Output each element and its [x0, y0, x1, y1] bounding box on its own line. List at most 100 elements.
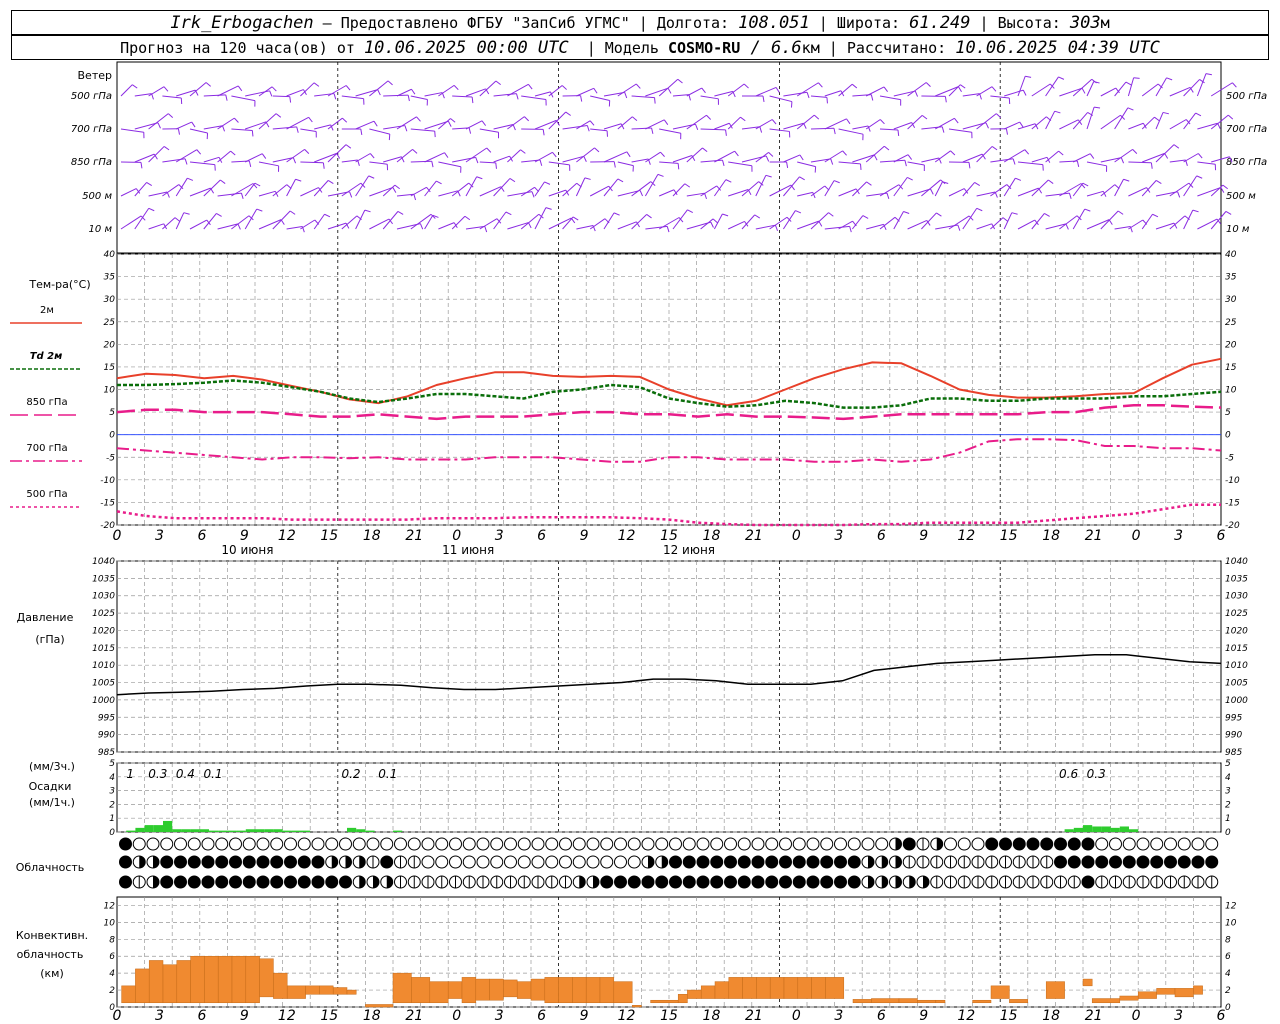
wind-barb-feather [416, 116, 421, 122]
cloud-cover-symbol [531, 837, 545, 851]
convective-panel-ytick-right: 6 [1225, 952, 1231, 962]
convective-bar [1009, 999, 1029, 1004]
wind-barb [1086, 161, 1107, 167]
temp-panel-ytick-right: 25 [1225, 318, 1237, 328]
cloud-cover-symbol [944, 855, 957, 869]
wind-barb-feather [613, 212, 620, 216]
cloud-cover-symbol [1040, 837, 1054, 851]
wind-barb [659, 161, 679, 164]
wind-level-label-left: 10 м [89, 224, 113, 235]
wind-barb [1072, 153, 1091, 163]
cloud-cover-symbol [930, 855, 944, 869]
cloud-circle [504, 855, 517, 869]
cloud-cover-symbol [751, 875, 765, 889]
wind-barb-feather [342, 117, 348, 123]
cloud-cover-symbol [229, 875, 242, 889]
wind-barb [1183, 209, 1194, 230]
convective-bar [503, 979, 518, 998]
wind-barb [1210, 211, 1227, 230]
wind-barb [382, 211, 399, 230]
wind-barb-feather [702, 147, 708, 153]
wind-barb [1169, 86, 1191, 97]
wind-barb [1183, 112, 1197, 130]
cloud-circle [325, 837, 339, 851]
cloudiness-title: Облачность [16, 861, 85, 874]
wind-barb [452, 95, 473, 98]
wind-barb [658, 78, 679, 97]
precip-total-label: 1 [126, 767, 134, 781]
cloud-cover-symbol [586, 875, 600, 889]
cloud-cover-symbol [751, 837, 765, 851]
wind-barb-feather [163, 86, 169, 92]
wind-barb-feather [495, 80, 501, 86]
cloud-circle [201, 855, 215, 869]
cloud-cover-symbol [297, 855, 311, 869]
wind-barb-feather [509, 178, 516, 183]
wind-barb-feather [1225, 210, 1232, 215]
precip-panel-ytick-right: 0 [1225, 828, 1231, 838]
temp-time-tick: 12 [278, 528, 296, 544]
wind-barb-feather [1127, 107, 1134, 111]
wind-barb [700, 128, 726, 131]
cloud-cover-symbol [435, 855, 449, 869]
cloud-cover-symbol [737, 855, 751, 869]
cloud-cover-symbol [944, 837, 957, 851]
wind-barb-feather [830, 158, 834, 165]
wind-barb-feather [903, 211, 910, 214]
cloud-cover-symbol [504, 837, 517, 851]
cloud-cover-symbol [710, 837, 724, 851]
wind-barb-feather [1044, 213, 1050, 217]
wind-barb [645, 87, 669, 97]
cloud-cover-symbol [1177, 875, 1191, 889]
wind-barb [424, 180, 437, 197]
wind-barb [1197, 218, 1218, 230]
cloud-circle [779, 837, 792, 851]
convective-time-tick: 3 [495, 1008, 504, 1024]
wind-barb-feather [545, 207, 552, 210]
wind-barb [272, 184, 288, 197]
cloud-cover-symbol [1095, 837, 1109, 851]
cloud-circle [724, 837, 737, 851]
wind-barb [1141, 83, 1159, 97]
wind-level-label-right: 10 м [1226, 224, 1250, 235]
wind-barb [824, 180, 835, 197]
cloud-circle [820, 837, 834, 851]
cloud-cover-symbol [476, 875, 490, 889]
wind-barb-feather [183, 212, 190, 215]
wind-barb [1003, 121, 1020, 130]
wind-barb-feather [765, 174, 772, 178]
wind-barb [1100, 114, 1121, 130]
cloud-circle [270, 875, 284, 889]
wind-barb [755, 175, 767, 197]
cloud-cover-symbol [559, 837, 572, 851]
pressure-axis-unit: (гПа) [35, 633, 64, 646]
wind-level-label-left: 850 гПа [71, 157, 112, 168]
convective-bar [783, 977, 799, 999]
cloud-cover-symbol [380, 855, 394, 869]
wind-barb [1031, 83, 1051, 97]
wind-barb-feather [404, 125, 408, 132]
pressure-panel-ytick-right: 1015 [1225, 644, 1248, 654]
wind-barb [479, 80, 497, 97]
cloud-cover-symbol [366, 875, 380, 889]
pressure-panel-ytick-right: 1025 [1225, 609, 1248, 619]
temp-panel-ytick-left: 25 [104, 318, 116, 328]
cloud-circle [270, 855, 284, 869]
pressure-panel-ytick-left: 1040 [92, 557, 115, 567]
wind-barb-feather [860, 163, 862, 170]
temp-legend-label: 850 гПа [26, 397, 67, 408]
cloud-cover-symbol [146, 855, 160, 869]
wind-barb [589, 218, 606, 230]
wind-barb-feather [373, 120, 378, 127]
temp-time-tick: 15 [320, 528, 338, 544]
cloud-circle [669, 855, 682, 869]
wind-barb [562, 125, 588, 130]
cloud-circle [421, 855, 435, 869]
cloud-cover-symbol [820, 837, 834, 851]
cloud-cover-symbol [215, 837, 229, 851]
wind-barb-feather [580, 95, 583, 102]
cloud-half-fill [895, 838, 902, 850]
wind-barb [617, 189, 641, 197]
wind-barb [962, 153, 983, 163]
cloud-half-fill [895, 876, 902, 888]
